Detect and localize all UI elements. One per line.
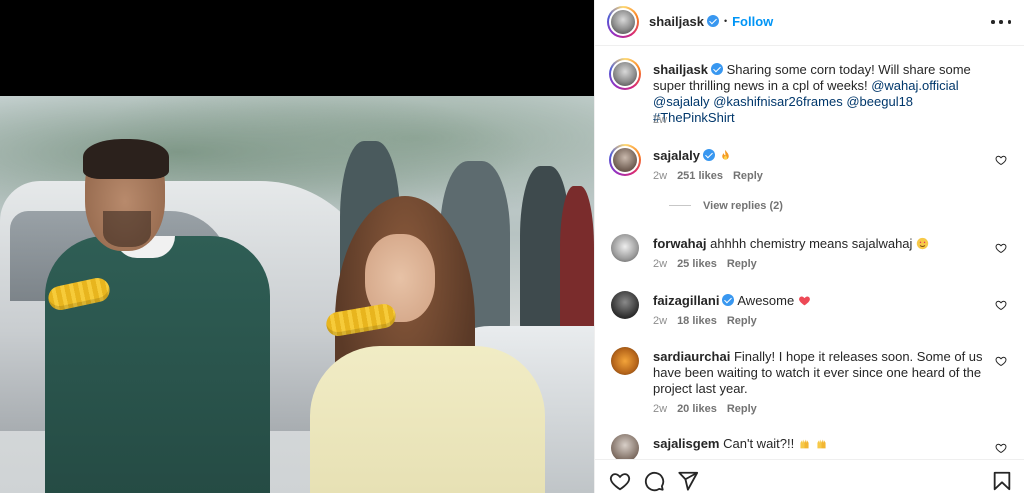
post-media[interactable] [0,0,594,493]
comment-likes[interactable]: 18 likes [677,315,717,327]
comment-text: faizagillani Awesome [653,293,993,309]
comment-item: sajalaly 2w 251 likes Reply View replies (… [609,144,1019,224]
post-side-panel: shailjask • Follow shailjask Sharing some … [594,0,1024,493]
comment-meta: 2w 25 likes Reply [653,258,757,270]
heart-eyes-emoji [916,237,929,250]
caption: shailjask Sharing some corn today! Will … [609,58,1019,130]
commenter-avatar[interactable] [609,144,641,176]
like-comment-heart-icon[interactable] [995,442,1007,454]
author-line: shailjask • Follow [649,14,773,29]
reply-button[interactable]: Reply [727,315,757,327]
comment-icon[interactable] [643,470,665,492]
bookmark-icon[interactable] [991,470,1013,492]
comment-likes[interactable]: 20 likes [677,403,717,415]
comment-item: sajalisgem Can't wait?!! [609,432,1019,459]
comment-item: sardiaurchai Finally! I hope it releases… [609,345,1019,423]
comment-time[interactable]: 2w [653,258,667,270]
caption-avatar[interactable] [609,58,641,90]
comment-username[interactable]: sardiaurchai [653,349,730,364]
crowd-person [560,186,594,341]
commenter-avatar[interactable] [611,234,639,262]
heart-icon[interactable] [609,470,631,492]
comment-text: sajalaly [653,148,993,164]
comment-item: faizagillani Awesome 2w 18 likes Reply [609,289,1019,333]
verified-badge-icon [703,149,715,161]
follow-button[interactable]: Follow [732,14,773,29]
man-beard [103,211,151,247]
post-actions [595,459,1024,493]
comment-body: Awesome [737,293,795,308]
like-comment-heart-icon[interactable] [995,355,1007,367]
comment-text: forwahaj ahhhh chemistry means sajalwaha… [653,236,993,252]
separator-dot: • [723,16,728,26]
man-hair [83,139,169,179]
author-username[interactable]: shailjask [649,14,704,29]
comment-likes[interactable]: 251 likes [677,170,723,182]
mention-link[interactable]: @kashifnisar26frames [713,94,843,109]
comment-text: sajalisgem Can't wait?!! [653,436,993,452]
author-avatar[interactable] [607,6,639,38]
raising-hands-emoji [798,436,828,451]
comment-time[interactable]: 2w [653,403,667,415]
fire-emoji [721,149,729,160]
man-figure [45,139,275,493]
comment-username[interactable]: faizagillani [653,293,719,308]
commenter-avatar[interactable] [611,434,639,459]
caption-time[interactable]: 2w [653,114,667,126]
comment-username[interactable]: sajalisgem [653,436,720,451]
comment-username[interactable]: forwahaj [653,236,706,251]
like-comment-heart-icon[interactable] [995,154,1007,166]
comment-body: ahhhh chemistry means sajalwahaj [710,236,913,251]
comment-meta: 2w 18 likes Reply [653,315,757,327]
verified-badge-icon [722,294,735,306]
caption-text: shailjask Sharing some corn today! Will … [653,62,993,126]
share-icon[interactable] [677,470,699,492]
more-options-icon[interactable] [991,14,1011,30]
red-heart-emoji [798,296,810,306]
caption-username[interactable]: shailjask [653,62,708,77]
comment-time[interactable]: 2w [653,315,667,327]
mention-link[interactable]: @beegul18 [846,94,913,109]
mention-link[interactable]: @sajalaly [653,94,710,109]
woman-figure [305,196,545,493]
view-replies-button[interactable]: View replies (2) [669,200,783,212]
like-comment-heart-icon[interactable] [995,242,1007,254]
verified-badge-icon [710,63,723,75]
comment-meta: 2w 251 likes Reply [653,170,763,182]
like-comment-heart-icon[interactable] [995,299,1007,311]
man-sweater [45,236,270,493]
reply-button[interactable]: Reply [733,170,763,182]
comment-username[interactable]: sajalaly [653,148,700,163]
post-header: shailjask • Follow [595,0,1024,46]
commenter-avatar[interactable] [611,291,639,319]
post-photo[interactable] [0,96,594,493]
comment-item: forwahaj ahhhh chemistry means sajalwaha… [609,232,1019,276]
comment-time[interactable]: 2w [653,170,667,182]
comment-likes[interactable]: 25 likes [677,258,717,270]
reply-button[interactable]: Reply [727,403,757,415]
reply-button[interactable]: Reply [727,258,757,270]
comments-list[interactable]: shailjask Sharing some corn today! Will … [595,46,1024,459]
comment-meta: 2w 20 likes Reply [653,403,757,415]
commenter-avatar[interactable] [611,347,639,375]
woman-outfit [310,346,545,493]
comment-text: sardiaurchai Finally! I hope it releases… [653,349,993,397]
comment-body: Can't wait?!! [723,436,795,451]
verified-badge-icon [706,15,719,27]
mention-link[interactable]: @wahaj.official [871,78,958,93]
